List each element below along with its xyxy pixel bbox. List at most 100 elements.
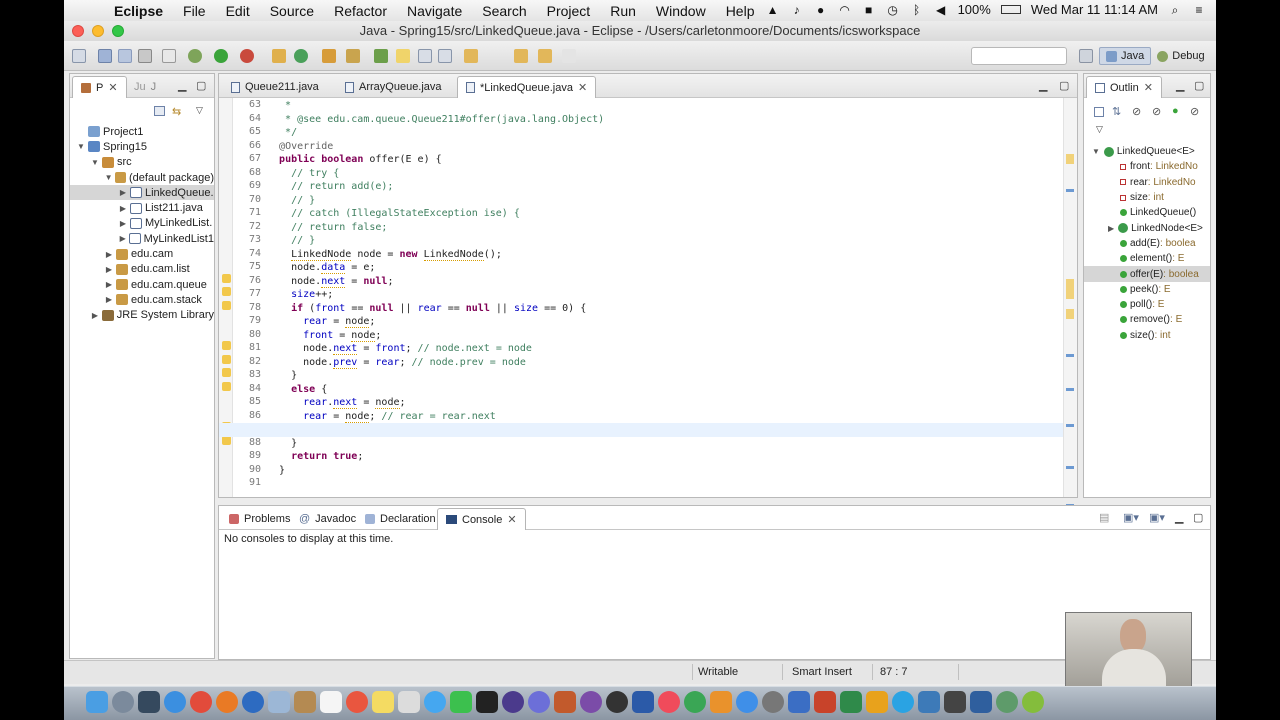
preview-icon[interactable] — [268, 691, 290, 713]
reminders-icon[interactable] — [346, 691, 368, 713]
expanded-twisty-icon[interactable]: ▼ — [90, 158, 100, 167]
tab-problems[interactable]: Problems — [221, 508, 298, 530]
minimize-view-icon[interactable]: ▁ — [1039, 79, 1047, 92]
outline-item[interactable]: ▶ LinkedNode<E> — [1084, 221, 1210, 236]
code-line[interactable] — [219, 423, 1077, 437]
system-preferences-icon[interactable] — [762, 691, 784, 713]
overview-marker[interactable] — [1066, 388, 1074, 391]
facetime-icon[interactable] — [450, 691, 472, 713]
tab-queue211[interactable]: Queue211.java — [223, 76, 327, 98]
tree-item[interactable]: ▶ edu.cam.queue — [70, 277, 214, 292]
minimize-view-icon[interactable]: ▁ — [1175, 511, 1183, 524]
close-icon[interactable]: ✕ — [108, 81, 117, 94]
tab-javadoc[interactable]: @ Javadoc — [291, 508, 364, 530]
overview-marker[interactable] — [1066, 279, 1074, 289]
firefox-icon[interactable] — [216, 691, 238, 713]
menu-project[interactable]: Project — [547, 3, 591, 19]
outline-item[interactable]: remove() : E — [1084, 312, 1210, 327]
tree-item[interactable]: ▶ LinkedQueue. — [70, 185, 214, 201]
open-console-icon[interactable]: ▣▾ — [1123, 511, 1139, 524]
code-line[interactable]: */ — [267, 126, 297, 140]
overview-marker[interactable] — [1066, 424, 1074, 427]
code-line[interactable]: return true; — [267, 450, 363, 464]
tab-console[interactable]: Console ✕ — [437, 508, 526, 530]
new-java-project-icon[interactable] — [272, 49, 286, 63]
outline-item[interactable]: size() : int — [1084, 328, 1210, 343]
collapsed-twisty-icon[interactable]: ▶ — [104, 280, 114, 289]
music-icon[interactable] — [658, 691, 680, 713]
view-menu-icon[interactable]: ▽ — [1096, 124, 1103, 135]
warning-marker-icon[interactable] — [222, 381, 231, 391]
contacts-icon[interactable] — [294, 691, 316, 713]
collapsed-twisty-icon[interactable]: ▶ — [104, 295, 114, 304]
spotlight-search-icon[interactable]: ⌕ — [1168, 3, 1182, 17]
close-icon[interactable]: ✕ — [1144, 81, 1153, 94]
tab-declaration[interactable]: Declaration — [357, 508, 444, 530]
expanded-twisty-icon[interactable]: ▼ — [104, 173, 113, 182]
code-line[interactable]: size++; — [267, 288, 333, 302]
thunderbird-icon[interactable] — [242, 691, 264, 713]
maximize-view-icon[interactable]: ▢ — [1059, 79, 1069, 92]
code-line[interactable]: } — [267, 437, 297, 451]
menu-help[interactable]: Help — [726, 3, 755, 19]
app-store-icon[interactable] — [736, 691, 758, 713]
code-line[interactable]: rear = node; — [267, 315, 375, 329]
maximize-view-icon[interactable]: ▢ — [196, 79, 206, 92]
outline-item[interactable]: peek() : E — [1084, 282, 1210, 297]
code-line[interactable]: node.next = front; // node.next = node — [267, 342, 532, 356]
tree-item[interactable]: Project1 — [70, 124, 214, 139]
launchpad-icon[interactable] — [112, 691, 134, 713]
atom-icon[interactable] — [996, 691, 1018, 713]
messages-icon[interactable] — [424, 691, 446, 713]
next-annotation-icon[interactable] — [374, 49, 388, 63]
wifi-icon[interactable]: ◠ — [838, 3, 852, 17]
code-line[interactable]: // try { — [267, 167, 339, 181]
code-line[interactable]: // catch (IllegalStateException ise) { — [267, 207, 520, 221]
outline-item[interactable]: element() : E — [1084, 251, 1210, 266]
tree-item[interactable]: ▶ edu.cam.stack — [70, 292, 214, 307]
debug-icon[interactable] — [188, 49, 202, 63]
collapsed-twisty-icon[interactable]: ▶ — [104, 250, 114, 259]
terminal-icon[interactable] — [476, 691, 498, 713]
battery-percent[interactable]: 100% — [958, 2, 991, 17]
code-area[interactable]: * * @see edu.cam.queue.Queue211#offer(ja… — [219, 98, 1077, 497]
collapsed-twisty-icon[interactable]: ▶ — [118, 219, 128, 228]
menu-run[interactable]: Run — [610, 3, 636, 19]
tab-junit[interactable]: Ju J — [126, 76, 164, 98]
quick-access-input[interactable] — [971, 47, 1067, 65]
hide-local-types-icon[interactable]: ⊘ — [1190, 105, 1199, 118]
warning-marker-icon[interactable] — [222, 273, 231, 283]
collapsed-twisty-icon[interactable]: ▶ — [1108, 224, 1114, 233]
outline-item[interactable]: add(E) : boolea — [1084, 236, 1210, 251]
mission-control-icon[interactable] — [138, 691, 160, 713]
hide-fields-icon[interactable]: ⊘ — [1132, 105, 1141, 118]
tree-item[interactable]: ▶ MyLinkedList. — [70, 216, 214, 231]
warning-marker-icon[interactable] — [222, 341, 231, 350]
collapsed-twisty-icon[interactable]: ▶ — [118, 204, 128, 213]
hide-static-icon[interactable]: ⊘ — [1152, 105, 1161, 118]
safari-icon[interactable] — [164, 691, 186, 713]
open-perspective-icon[interactable] — [1079, 49, 1093, 63]
outline-item[interactable]: poll() : E — [1084, 297, 1210, 312]
code-line[interactable]: // return add(e); — [267, 180, 393, 194]
overview-marker[interactable] — [1066, 154, 1074, 164]
last-edit-icon[interactable] — [464, 49, 478, 63]
overview-marker[interactable] — [1066, 289, 1074, 299]
perspective-debug[interactable]: Debug — [1151, 48, 1210, 64]
code-line[interactable]: node.data = e; — [267, 261, 375, 275]
expanded-twisty-icon[interactable]: ▼ — [76, 142, 86, 151]
menu-refactor[interactable]: Refactor — [334, 3, 387, 19]
lock-icon[interactable]: ■ — [862, 3, 876, 17]
intellij-icon[interactable] — [554, 691, 576, 713]
menu-file[interactable]: File — [183, 3, 206, 19]
dashboard-icon[interactable] — [606, 691, 628, 713]
sourcetree-icon[interactable] — [918, 691, 940, 713]
outlook-icon[interactable] — [866, 691, 888, 713]
overview-marker[interactable] — [1066, 354, 1074, 357]
photos-icon[interactable] — [398, 691, 420, 713]
tree-item[interactable]: ▶ edu.cam — [70, 246, 214, 261]
spotify-icon[interactable] — [1022, 691, 1044, 713]
tree-item[interactable]: ▶ edu.cam.list — [70, 262, 214, 277]
clock[interactable]: Wed Mar 11 11:14 AM — [1031, 2, 1158, 17]
expanded-twisty-icon[interactable]: ▼ — [1092, 147, 1100, 156]
